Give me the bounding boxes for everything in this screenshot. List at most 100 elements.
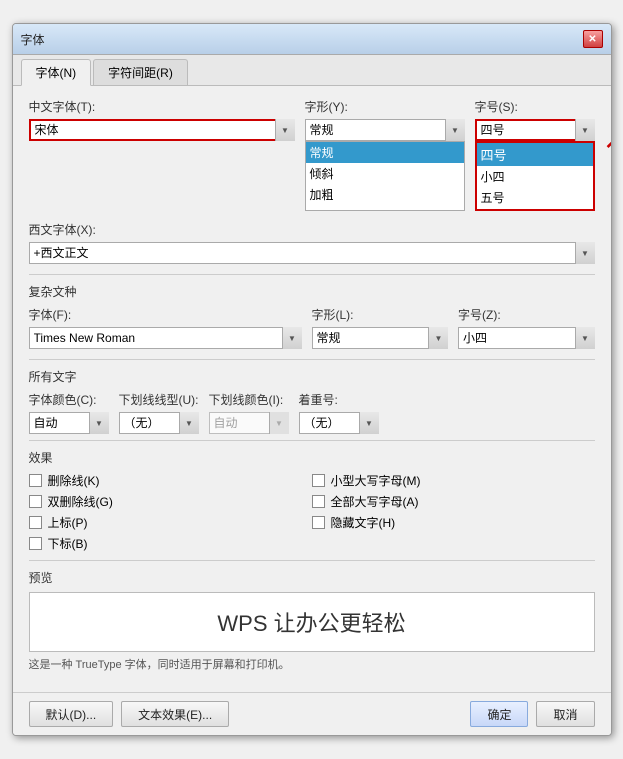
divider-1 [29,274,595,275]
small-caps-label: 小型大写字母(M) [331,472,421,489]
red-arrow-icon: ↗ [604,128,611,154]
superscript-checkbox[interactable] [29,516,42,529]
list-item[interactable]: 小四 [477,166,593,187]
complex-size-label: 字号(Z): [458,306,595,323]
ok-button[interactable]: 确定 [470,701,528,727]
tab-font[interactable]: 字体(N) [21,59,92,86]
strikethrough-checkbox[interactable] [29,474,42,487]
complex-section-title: 复杂文种 [29,283,595,300]
title-bar: 字体 ✕ [13,24,611,55]
effects-grid: 删除线(K) 双删除线(G) 上标(P) 下标(B) [29,472,595,552]
emphasis-group: 着重号: （无） ▼ [299,391,379,434]
emphasis-label: 着重号: [299,391,379,408]
list-item[interactable]: 常规 [306,142,464,163]
preview-section: 预览 WPS 让办公更轻松 这是一种 TrueType 字体，同时适用于屏幕和打… [29,569,595,672]
preview-note: 这是一种 TrueType 字体，同时适用于屏幕和打印机。 [29,656,595,672]
western-font-select[interactable]: +西文正文 [29,242,595,264]
superscript-label: 上标(P) [48,514,88,531]
default-button[interactable]: 默认(D)... [29,701,114,727]
text-effects-button[interactable]: 文本效果(E)... [121,701,229,727]
double-strikethrough-checkbox[interactable] [29,495,42,508]
effects-section: 效果 删除线(K) 双删除线(G) 上标(P) [29,449,595,552]
underline-color-arrow: ▼ [269,412,289,434]
list-item[interactable]: 四号 [477,143,593,166]
western-font-row: 西文字体(X): +西文正文 ▼ [29,221,595,264]
divider-2 [29,359,595,360]
underline-type-label: 下划线线型(U): [119,391,199,408]
underline-type-select-wrapper: （无） ▼ [119,412,199,434]
top-row: 中文字体(T): 宋体 ▼ 字形(Y): 常规 ▼ 常 [29,98,595,211]
hidden-checkbox[interactable] [312,516,325,529]
emphasis-select-wrapper: （无） ▼ [299,412,379,434]
footer-left: 默认(D)... 文本效果(E)... [29,701,230,727]
hidden-label: 隐藏文字(H) [331,514,396,531]
close-button[interactable]: ✕ [583,30,603,48]
divider-3 [29,440,595,441]
preview-box: WPS 让办公更轻松 [29,592,595,652]
subscript-checkbox[interactable] [29,537,42,550]
font-size-select-wrapper: 四号 ▼ [475,119,595,141]
list-item[interactable]: 倾斜 [306,163,464,184]
complex-font-label: 字体(F): [29,306,302,323]
complex-size-group: 字号(Z): 小四 ▼ [458,306,595,349]
subscript-row: 下标(B) [29,535,312,552]
complex-style-label: 字形(L): [312,306,449,323]
western-font-arrow: ▼ [575,242,595,264]
cancel-button[interactable]: 取消 [536,701,594,727]
font-size-group: 字号(S): 四号 ▼ 四号 小四 五号 ↗ [475,98,595,211]
footer-right: 确定 取消 [470,701,594,727]
western-font-select-wrapper: +西文正文 ▼ [29,242,595,264]
font-color-label: 字体颜色(C): [29,391,109,408]
chinese-font-select[interactable]: 宋体 [29,119,295,141]
effects-right-col: 小型大写字母(M) 全部大写字母(A) 隐藏文字(H) [312,472,595,552]
effects-title: 效果 [29,449,595,466]
font-size-listbox[interactable]: 四号 小四 五号 [475,141,595,211]
all-caps-row: 全部大写字母(A) [312,493,595,510]
font-style-listbox[interactable]: 常规 倾斜 加粗 [305,141,465,211]
complex-size-arrow: ▼ [575,327,595,349]
tab-spacing[interactable]: 字符间距(R) [93,59,188,85]
double-strikethrough-label: 双删除线(G) [48,493,113,510]
chinese-font-select-wrapper: 宋体 ▼ [29,119,295,141]
emphasis-arrow: ▼ [359,412,379,434]
all-text-title: 所有文字 [29,368,595,385]
font-size-arrow: ▼ [575,119,595,141]
strikethrough-row: 删除线(K) [29,472,312,489]
all-caps-checkbox[interactable] [312,495,325,508]
hidden-row: 隐藏文字(H) [312,514,595,531]
font-style-label: 字形(Y): [305,98,465,115]
complex-font-arrow: ▼ [282,327,302,349]
list-item[interactable]: 五号 [477,187,593,208]
double-strikethrough-row: 双删除线(G) [29,493,312,510]
complex-font-group: 字体(F): Times New Roman ▼ [29,306,302,349]
dialog-footer: 默认(D)... 文本效果(E)... 确定 取消 [13,692,611,735]
font-style-arrow: ▼ [445,119,465,141]
all-text-row: 字体颜色(C): 自动 ▼ 下划线线型(U): （无） ▼ 下划 [29,391,595,434]
chinese-font-label: 中文字体(T): [29,98,295,115]
font-size-label: 字号(S): [475,98,595,115]
effects-left-col: 删除线(K) 双删除线(G) 上标(P) 下标(B) [29,472,312,552]
font-color-group: 字体颜色(C): 自动 ▼ [29,391,109,434]
underline-color-label: 下划线颜色(I): [209,391,289,408]
strikethrough-label: 删除线(K) [48,472,100,489]
font-color-select-wrapper: 自动 ▼ [29,412,109,434]
small-caps-checkbox[interactable] [312,474,325,487]
complex-row: 字体(F): Times New Roman ▼ 字形(L): 常规 ▼ [29,306,595,349]
list-item[interactable]: 加粗 [306,184,464,205]
complex-style-select-wrapper: 常规 ▼ [312,327,449,349]
complex-font-select[interactable]: Times New Roman [29,327,302,349]
underline-type-group: 下划线线型(U): （无） ▼ [119,391,199,434]
western-font-group: 西文字体(X): +西文正文 ▼ [29,221,595,264]
preview-text: WPS 让办公更轻松 [217,606,405,638]
chinese-font-arrow: ▼ [275,119,295,141]
underline-type-arrow: ▼ [179,412,199,434]
complex-size-select-wrapper: 小四 ▼ [458,327,595,349]
font-style-select[interactable]: 常规 [305,119,465,141]
dialog-body: 中文字体(T): 宋体 ▼ 字形(Y): 常规 ▼ 常 [13,86,611,692]
all-caps-label: 全部大写字母(A) [331,493,419,510]
preview-title: 预览 [29,569,595,586]
tab-bar: 字体(N) 字符间距(R) [13,55,611,86]
font-dialog: 字体 ✕ 字体(N) 字符间距(R) 中文字体(T): 宋体 ▼ 字形(Y): [12,23,612,736]
western-font-label: 西文字体(X): [29,221,595,238]
font-color-arrow: ▼ [89,412,109,434]
